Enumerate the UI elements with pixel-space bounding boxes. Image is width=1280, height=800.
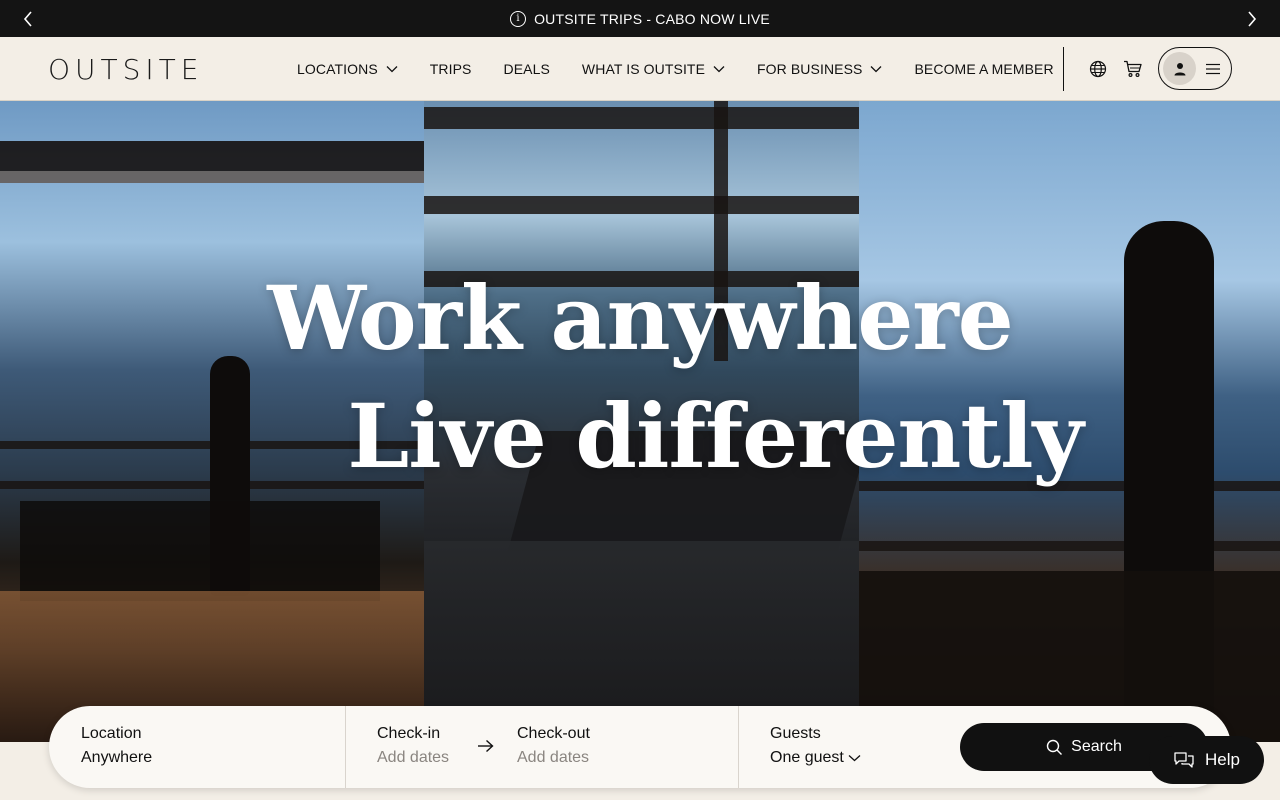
chat-icon — [1174, 752, 1194, 768]
info-icon: i — [510, 10, 527, 27]
location-value: Anywhere — [81, 749, 153, 766]
nav-locations[interactable]: LOCATIONS — [297, 61, 398, 77]
nav-become-member[interactable]: BECOME A MEMBER — [914, 61, 1053, 77]
search-button-label: Search — [1071, 738, 1122, 755]
nav-deals-label: DEALS — [503, 61, 550, 77]
announcement-next-button[interactable] — [1232, 0, 1272, 37]
booking-search-bar: Location Anywhere Check-in Add dates Che… — [49, 706, 1231, 788]
header-divider — [1063, 47, 1064, 91]
avatar — [1163, 52, 1196, 85]
outsite-logo[interactable]: OUTSITE — [48, 53, 203, 86]
help-label: Help — [1205, 750, 1240, 769]
guests-label: Guests — [770, 725, 821, 742]
nav-trips-label: TRIPS — [429, 61, 472, 77]
globe-icon — [1089, 60, 1107, 78]
nav-locations-label: LOCATIONS — [297, 61, 378, 77]
help-chat-button[interactable]: Help — [1149, 736, 1264, 784]
guests-value: One guest — [770, 749, 844, 766]
checkout-label: Check-out — [517, 725, 590, 742]
hero-headline-line1: Work anywhere — [267, 266, 1014, 370]
site-header: OUTSITE LOCATIONS TRIPS DEALS WHAT IS OU… — [0, 37, 1280, 101]
nav-become-member-label: BECOME A MEMBER — [914, 61, 1054, 77]
field-divider — [345, 706, 346, 788]
cart-button[interactable] — [1121, 57, 1145, 81]
announcement-bar: i OUTSITE TRIPS - CABO NOW LIVE — [0, 0, 1280, 37]
nav-deals[interactable]: DEALS — [504, 61, 550, 77]
nav-for-business[interactable]: FOR BUSINESS — [757, 61, 882, 77]
arrow-right-icon — [478, 739, 494, 753]
account-menu-button[interactable] — [1158, 47, 1232, 90]
nav-what-is-outsite-label: WHAT IS OUTSITE — [581, 61, 706, 77]
checkin-value: Add dates — [377, 749, 450, 766]
menu-icon — [1206, 63, 1220, 74]
chevron-down-icon — [871, 66, 882, 73]
hero-headline-line2: Live differently — [347, 384, 1083, 488]
hero-section: Work anywhere Live differently — [0, 101, 1280, 742]
checkin-label: Check-in — [377, 725, 441, 742]
announcement-text: OUTSITE TRIPS - CABO NOW LIVE — [534, 10, 770, 27]
announcement-message[interactable]: i OUTSITE TRIPS - CABO NOW LIVE — [510, 10, 770, 27]
field-divider — [738, 706, 739, 788]
cart-icon — [1124, 60, 1142, 78]
nav-for-business-label: FOR BUSINESS — [757, 61, 863, 77]
nav-what-is-outsite[interactable]: WHAT IS OUTSITE — [582, 61, 725, 77]
location-label: Location — [81, 725, 142, 742]
search-icon — [1046, 739, 1063, 755]
chevron-down-icon — [713, 66, 725, 73]
chevron-right-icon — [1248, 10, 1257, 27]
chevron-left-icon — [23, 10, 32, 27]
checkout-value: Add dates — [517, 749, 590, 766]
location-field[interactable]: Location Anywhere — [81, 706, 341, 788]
hero-headline: Work anywhere Live differently — [0, 259, 1280, 495]
checkout-field[interactable]: Check-out Add dates — [517, 706, 677, 788]
main-nav: LOCATIONS TRIPS DEALS WHAT IS OUTSITE FO… — [297, 37, 1054, 101]
language-button[interactable] — [1086, 57, 1110, 81]
guests-field[interactable]: Guests One guest — [770, 706, 950, 788]
chevron-down-icon — [848, 755, 861, 762]
announcement-prev-button[interactable] — [8, 0, 48, 37]
chevron-down-icon — [386, 66, 398, 73]
nav-trips[interactable]: TRIPS — [430, 61, 472, 77]
checkin-field[interactable]: Check-in Add dates — [377, 706, 487, 788]
user-icon — [1174, 62, 1185, 75]
guests-value-wrap: One guest — [770, 749, 950, 767]
